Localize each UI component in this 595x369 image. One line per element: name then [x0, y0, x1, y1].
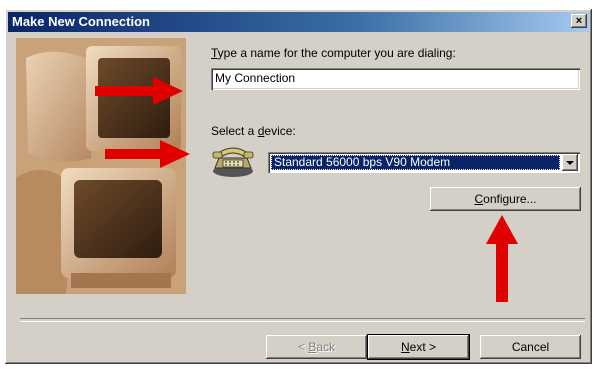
computer-name-label: Type a name for the computer you are dia… [211, 46, 456, 60]
annotation-arrow-name [95, 77, 183, 105]
title-bar: Make New Connection × [8, 12, 589, 32]
device-label: Select a device: [211, 124, 296, 138]
footer-separator [20, 318, 585, 322]
next-button[interactable]: Next > [368, 335, 469, 359]
configure-button[interactable]: Configure... [430, 187, 581, 211]
annotation-arrow-configure [486, 215, 518, 302]
close-button[interactable]: × [571, 14, 587, 28]
device-selected-value: Standard 56000 bps V90 Modem [271, 155, 560, 170]
telephone-modem-icon [212, 147, 254, 177]
device-select[interactable]: Standard 56000 bps V90 Modem [268, 152, 580, 173]
cancel-button[interactable]: Cancel [480, 335, 581, 359]
computer-name-input[interactable]: My Connection [211, 68, 580, 90]
chevron-down-icon[interactable] [562, 154, 578, 171]
back-button[interactable]: < Back [266, 335, 367, 359]
annotation-arrow-device [105, 140, 190, 168]
close-icon: × [575, 15, 583, 27]
window-title: Make New Connection [12, 14, 150, 29]
